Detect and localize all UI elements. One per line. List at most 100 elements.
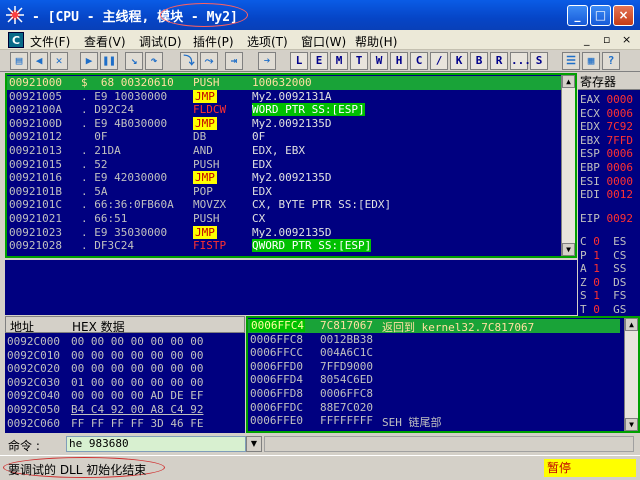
mdi-close-button[interactable]: × xyxy=(622,33,631,46)
stack-row[interactable]: 0006FFC8 0012BB38 xyxy=(248,333,620,347)
flag-row[interactable]: P 1 CS xyxy=(580,249,626,262)
disassembly-pane[interactable]: 00921000 $ 68 00320610 PUSH 100632000 009210… xyxy=(5,73,577,258)
menu-view[interactable]: 查看(V) xyxy=(84,33,126,50)
menu-help[interactable]: 帮助(H) xyxy=(355,33,397,50)
list-icon[interactable]: ☰ xyxy=(562,52,580,70)
windows-button[interactable]: W xyxy=(370,52,388,70)
dump-row[interactable]: 0092C010 00 00 00 00 00 00 00 xyxy=(7,349,203,363)
flag-name: S xyxy=(580,289,587,303)
flag-row[interactable]: S 1 FS xyxy=(580,289,626,302)
run-icon[interactable]: ▶ xyxy=(80,52,98,70)
disasm-row[interactable]: 00921028 . DF3C24 FISTP QWORD PTR SS:[ESP] xyxy=(7,239,563,253)
options-list-icon[interactable]: ▦ xyxy=(582,52,600,70)
registers-header: 寄存器 xyxy=(578,73,640,90)
eip-row[interactable]: EIP 0092 xyxy=(580,212,633,225)
scroll-down-arrow[interactable]: ▼ xyxy=(562,243,575,256)
dump-row[interactable]: 0092C000 00 00 00 00 00 00 00 xyxy=(7,335,203,349)
minimize-button[interactable]: _ xyxy=(567,5,588,26)
flag-row[interactable]: C 0 ES xyxy=(580,235,626,248)
register-row[interactable]: EDX 7C92 xyxy=(580,120,633,133)
menu-window[interactable]: 窗口(W) xyxy=(301,33,346,50)
patches-button[interactable]: / xyxy=(430,52,448,70)
stack-pane[interactable]: 0006FFC4 7C817067 返回到 kernel32.7C817067 000… xyxy=(246,316,640,433)
stack-row[interactable]: 0006FFD4 8054C6ED xyxy=(248,373,620,387)
breakpoints-button[interactable]: B xyxy=(470,52,488,70)
dump-row[interactable]: 0092C030 01 00 00 00 00 00 00 xyxy=(7,376,203,390)
command-dropdown-button[interactable]: ▼ xyxy=(246,436,262,452)
executable-modules-button[interactable]: E xyxy=(310,52,328,70)
command-input[interactable]: he 983680 xyxy=(66,436,246,452)
execute-till-return-icon[interactable]: ⇥ xyxy=(225,52,243,70)
stack-row[interactable]: 0006FFD8 0006FFC8 xyxy=(248,387,620,401)
menu-debug[interactable]: 调试(D) xyxy=(139,33,182,50)
disasm-row[interactable]: 00921013 . 21DA AND EDX, EBX xyxy=(7,144,563,158)
restart-icon[interactable]: ◀ xyxy=(30,52,48,70)
disassembly-scrollbar[interactable]: ▲ ▼ xyxy=(561,75,575,256)
flag-row[interactable]: T 0 GS xyxy=(580,303,626,316)
flag-row[interactable]: A 1 SS xyxy=(580,262,626,275)
disasm-row[interactable]: 0092100A . D92C24 FLDCW WORD PTR SS:[ESP] xyxy=(7,103,563,117)
dump-row[interactable]: 0092C060 FF FF FF FF 3D 46 FE xyxy=(7,417,203,431)
source-button[interactable]: S xyxy=(530,52,548,70)
register-row[interactable]: EBX 7FFD xyxy=(580,134,633,147)
menu-plugins[interactable]: 插件(P) xyxy=(193,33,234,50)
disasm-row[interactable]: 0092101C . 66:36:0FB60A MOVZX CX, BYTE PTR … xyxy=(7,198,563,212)
disasm-row[interactable]: 00921015 . 52 PUSH EDX xyxy=(7,158,563,172)
step-into-icon[interactable]: ↘ xyxy=(125,52,143,70)
trace-into-icon[interactable]: ⤵ xyxy=(180,52,198,70)
goto-icon[interactable]: ➔ xyxy=(258,52,276,70)
memory-map-button[interactable]: M xyxy=(330,52,348,70)
disasm-row[interactable]: 00921016 . E9 42030000 JMP My2.0092135D xyxy=(7,171,563,185)
dump-row[interactable]: 0092C050 B4 C4 92 00 A8 C4 92 xyxy=(7,403,203,417)
mdi-restore-button[interactable]: ▫ xyxy=(603,33,610,46)
stack-row[interactable]: 0006FFDC 88E7C020 xyxy=(248,401,620,415)
handles-button[interactable]: H xyxy=(390,52,408,70)
cpu-window-icon[interactable]: C xyxy=(8,32,24,48)
disasm-row[interactable]: 00921012 0F DB 0F xyxy=(7,130,563,144)
help-icon[interactable]: ? xyxy=(602,52,620,70)
menu-options[interactable]: 选项(T) xyxy=(247,33,288,50)
stack-row[interactable]: 0006FFC4 7C817067 返回到 kernel32.7C817067 xyxy=(248,319,620,334)
register-name: EDI xyxy=(580,188,600,202)
mdi-minimize-button[interactable]: _ xyxy=(584,33,590,46)
close-button[interactable]: × xyxy=(613,5,634,26)
scroll-up-arrow[interactable]: ▲ xyxy=(625,318,638,331)
disasm-row[interactable]: 0092101B . 5A POP EDX xyxy=(7,185,563,199)
cpu-button[interactable]: C xyxy=(410,52,428,70)
references-button[interactable]: R xyxy=(490,52,508,70)
registers-pane[interactable]: 寄存器 EAX 0000 ECX 0006 EDX 7C92 EBX 7FFD ESP … xyxy=(578,73,640,316)
call-stack-button[interactable]: K xyxy=(450,52,468,70)
disasm-row[interactable]: 0092100D . E9 4B030000 JMP My2.0092135D xyxy=(7,116,563,131)
register-row[interactable]: ESI 0000 xyxy=(580,175,633,188)
pause-icon[interactable]: ❚❚ xyxy=(100,52,118,70)
stack-row[interactable]: 0006FFCC 004A6C1C xyxy=(248,346,620,360)
step-over-icon[interactable]: ↷ xyxy=(145,52,163,70)
stack-row[interactable]: 0006FFD0 7FFD9000 xyxy=(248,360,620,374)
dump-row[interactable]: 0092C020 00 00 00 00 00 00 00 xyxy=(7,362,203,376)
run-trace-button[interactable]: ... xyxy=(510,52,531,70)
flag-row[interactable]: Z 0 DS xyxy=(580,276,626,289)
register-row[interactable]: ESP 0006 xyxy=(580,147,633,160)
log-window-button[interactable]: L xyxy=(290,52,308,70)
register-row[interactable]: EBP 0006 xyxy=(580,161,633,174)
register-row[interactable]: ECX 0006 xyxy=(580,107,633,120)
disasm-row[interactable]: 00921000 $ 68 00320610 PUSH 100632000 xyxy=(7,76,563,90)
disasm-row[interactable]: 00921005 . E9 10030000 JMP My2.0092131A xyxy=(7,89,563,104)
dump-row[interactable]: 0092C040 00 00 00 00 AD DE EF xyxy=(7,389,203,403)
stack-row[interactable]: 0006FFE0 FFFFFFFF SEH 链尾部 xyxy=(248,414,620,429)
status-bar: 要调试的 DLL 初始化结束 暂停 xyxy=(0,455,640,480)
maximize-button[interactable]: □ xyxy=(590,5,611,26)
menu-file[interactable]: 文件(F) xyxy=(30,33,70,50)
register-row[interactable]: EAX 0000 xyxy=(580,93,633,106)
scroll-down-arrow[interactable]: ▼ xyxy=(625,418,638,431)
disasm-row[interactable]: 00921023 . E9 35030000 JMP My2.0092135D xyxy=(7,225,563,240)
disasm-row[interactable]: 00921021 . 66:51 PUSH CX xyxy=(7,212,563,226)
stack-scrollbar[interactable]: ▲ ▼ xyxy=(624,318,638,431)
trace-over-icon[interactable]: ⤳ xyxy=(200,52,218,70)
scroll-up-arrow[interactable]: ▲ xyxy=(562,75,575,88)
memory-dump-pane[interactable]: 0092C000 00 00 00 00 00 00 00 0092C010 00 0… xyxy=(5,333,245,433)
open-icon[interactable]: ▤ xyxy=(10,52,28,70)
close-program-icon[interactable]: ✕ xyxy=(50,52,68,70)
register-row[interactable]: EDI 0012 xyxy=(580,188,633,201)
threads-button[interactable]: T xyxy=(350,52,368,70)
